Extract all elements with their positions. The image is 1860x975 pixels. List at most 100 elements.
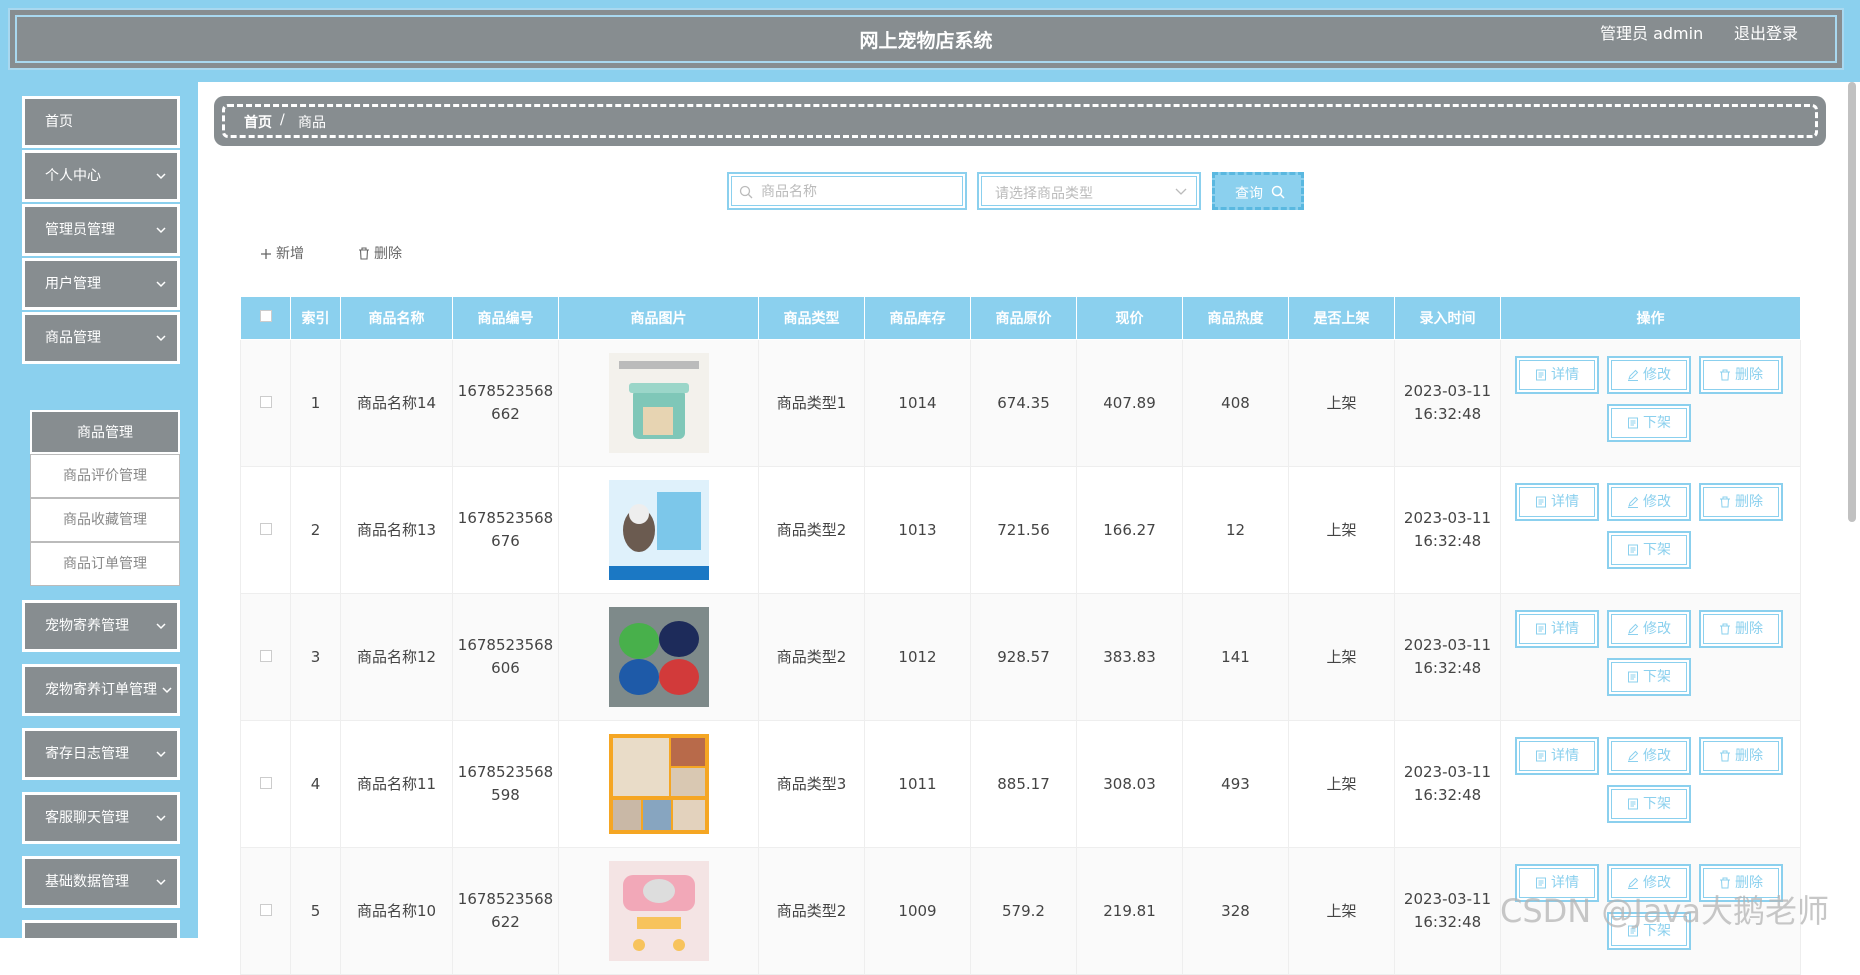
sidebar-item-label: 首页 [45,114,73,130]
detail-button[interactable]: 详情 [1515,356,1599,394]
sidebar-item-goods[interactable]: 商品管理 [22,312,180,364]
row-checkbox[interactable] [259,522,272,535]
row-select-cell[interactable] [240,720,291,848]
column-header: 商品编号 [452,296,559,340]
query-button[interactable]: 查询 [1212,172,1304,210]
time-line: 16:32:48 [1413,532,1482,550]
sidebar-item-boarding-orders[interactable]: 宠物寄养订单管理 [22,664,180,716]
row-delete-button[interactable]: 删除 [1699,610,1783,648]
sidebar-item-more[interactable] [22,920,180,938]
column-header: 商品类型 [758,296,865,340]
sidebar-item-label: 管理员管理 [45,222,115,238]
table-header-row: 索引 商品名称 商品编号 商品图片 商品类型 商品库存 商品原价 现价 商品热度… [240,296,1801,340]
offshelf-button[interactable]: 下架 [1607,531,1691,569]
search-input[interactable] [759,181,953,203]
detail-button[interactable]: 详情 [1515,737,1599,775]
sidebar-item-profile[interactable]: 个人中心 [22,150,180,202]
edit-button[interactable]: 修改 [1607,356,1691,394]
submenu-goods-manage[interactable]: 商品管理 [30,410,180,454]
edit-button[interactable]: 修改 [1607,610,1691,648]
row-checkbox[interactable] [259,776,272,789]
name-cell: 商品名称11 [340,720,453,848]
offshelf-button[interactable]: 下架 [1607,404,1691,442]
offshelf-button[interactable]: 下架 [1607,785,1691,823]
row-select-cell[interactable] [240,466,291,594]
type-cell: 商品类型2 [758,593,865,721]
goods-image [608,353,709,453]
row-select-cell[interactable] [240,593,291,721]
code-line: 1678523568 [457,382,554,400]
table-row: 3 商品名称12 1678523568 606 商品类型2 1012 928.57 383.8… [240,593,1801,721]
row-select-cell[interactable] [240,339,291,467]
goods-type-select[interactable]: 请选择商品类型 [977,172,1201,210]
sidebar-item-pet-boarding[interactable]: 宠物寄养管理 [22,600,180,652]
sidebar-item-label: 个人中心 [45,168,101,184]
column-header: 现价 [1076,296,1183,340]
breadcrumb-home[interactable]: 首页 [244,112,272,132]
image-cell [558,593,759,721]
type-cell: 商品类型1 [758,339,865,467]
goods-name-search[interactable] [727,172,967,210]
document-icon [1628,417,1638,429]
sidebar-item-label: 宠物寄养管理 [45,618,129,634]
logout-link[interactable]: 退出登录 [1734,20,1798,44]
status-cell: 上架 [1288,847,1395,975]
date-line: 2023-03-11 [1403,509,1492,527]
sidebar-item-chat[interactable]: 客服聊天管理 [22,792,180,844]
sidebar-item-label: 用户管理 [45,276,101,292]
search-icon [1271,185,1285,199]
column-header: 索引 [290,296,341,340]
offshelf-button[interactable]: 下架 [1607,658,1691,696]
sidebar-item-users[interactable]: 用户管理 [22,258,180,310]
code-line: 1678523568 [457,890,554,908]
row-delete-button[interactable]: 删除 [1699,737,1783,775]
add-label: 新增 [276,246,304,262]
document-icon [1628,544,1638,556]
submenu-goods-order[interactable]: 商品订单管理 [30,542,180,586]
op-label: 详情 [1551,621,1579,637]
price-cell: 407.89 [1076,339,1183,467]
submenu-goods-favorite[interactable]: 商品收藏管理 [30,498,180,542]
row-checkbox[interactable] [259,903,272,916]
code-line: 606 [491,659,520,677]
row-delete-button[interactable]: 删除 [1699,483,1783,521]
add-button[interactable]: 新增 [260,243,304,263]
edit-icon [1628,623,1639,635]
row-checkbox[interactable] [259,395,272,408]
detail-button[interactable]: 详情 [1515,610,1599,648]
row-checkbox[interactable] [259,649,272,662]
sidebar-item-label: 寄存日志管理 [45,746,129,762]
document-icon [1536,496,1546,508]
sidebar-item-admins[interactable]: 管理员管理 [22,204,180,256]
select-all-checkbox[interactable] [259,310,272,322]
detail-button[interactable]: 详情 [1515,483,1599,521]
sidebar-item-storage-log[interactable]: 寄存日志管理 [22,728,180,780]
image-cell [558,466,759,594]
current-user: 管理员 admin [1600,24,1704,43]
plus-icon [261,249,271,259]
column-header: 商品名称 [340,296,453,340]
edit-button[interactable]: 修改 [1607,483,1691,521]
chevron-down-icon [156,281,166,288]
sidebar-item-base-data[interactable]: 基础数据管理 [22,856,180,908]
price-cell: 383.83 [1076,593,1183,721]
sidebar-item-label: 基础数据管理 [45,874,129,890]
row-delete-button[interactable]: 删除 [1699,356,1783,394]
scrollbar-thumb[interactable] [1848,82,1856,522]
stock-cell: 1011 [864,720,971,848]
page-scrollbar[interactable] [1844,82,1860,938]
name-cell: 商品名称12 [340,593,453,721]
breadcrumb-separator: / [280,112,285,128]
chevron-down-icon [156,879,166,886]
delete-button[interactable]: 删除 [358,243,402,263]
code-cell: 1678523568 676 [452,466,559,594]
name-cell: 商品名称10 [340,847,453,975]
submenu-goods-review[interactable]: 商品评价管理 [30,454,180,498]
edit-button[interactable]: 修改 [1607,737,1691,775]
op-label: 删除 [1735,367,1763,383]
sidebar-item-home[interactable]: 首页 [22,96,180,148]
time-line: 16:32:48 [1413,913,1482,931]
select-all-cell[interactable] [240,296,291,340]
chevron-down-icon [156,815,166,822]
row-select-cell[interactable] [240,847,291,975]
